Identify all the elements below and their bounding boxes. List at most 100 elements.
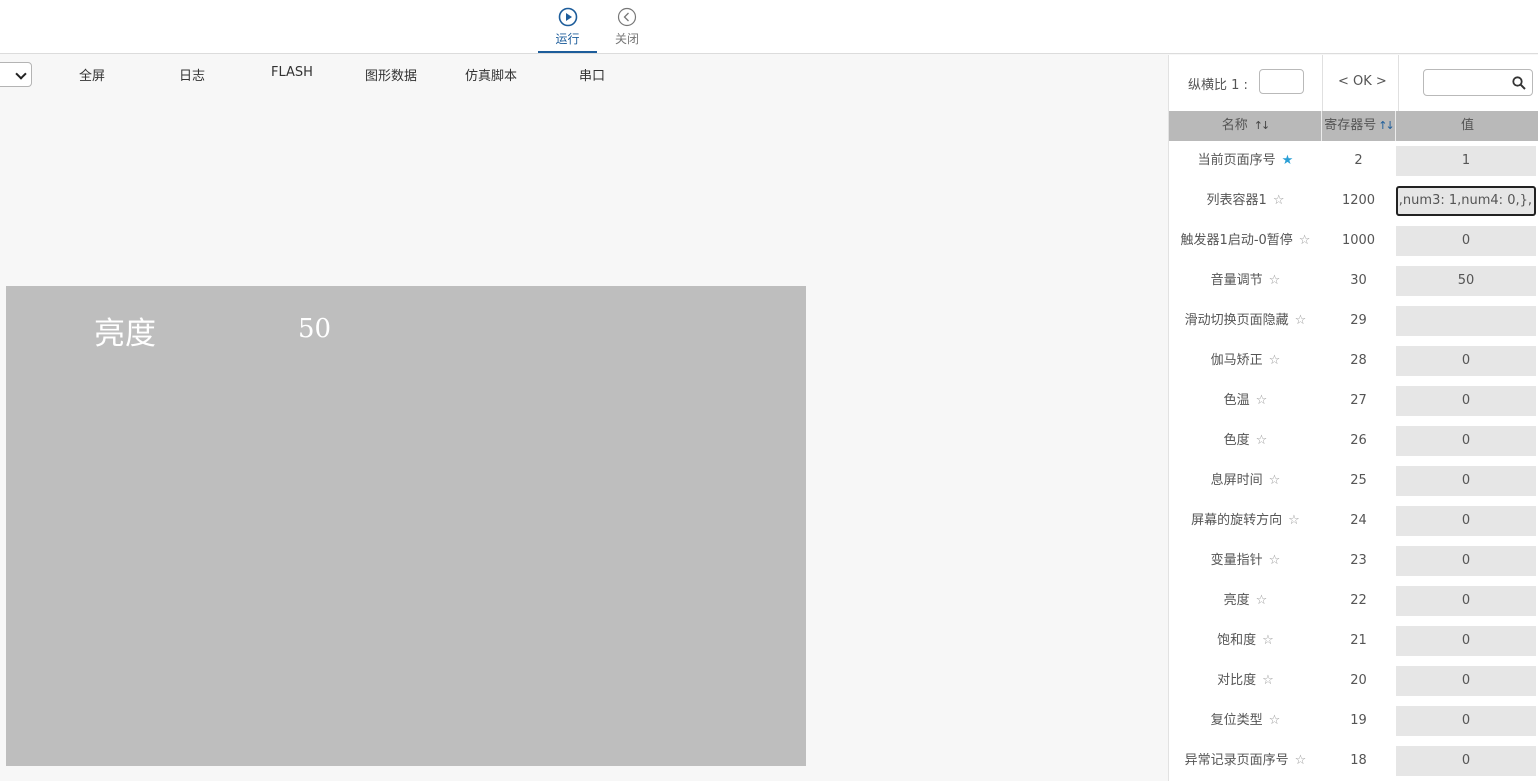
close-button[interactable]: 关闭 [598, 5, 656, 53]
table-row: 色温 ☆ 27 0 [1169, 381, 1538, 421]
register-number: 21 [1350, 633, 1367, 648]
register-name: 亮度 ☆ [1169, 581, 1322, 621]
register-name: 息屏时间 ☆ [1169, 461, 1322, 501]
star-icon[interactable]: ☆ [1256, 581, 1268, 621]
aspect-ratio-label: 纵横比 1 : [1188, 78, 1248, 93]
table-row: 色度 ☆ 26 0 [1169, 421, 1538, 461]
register-value-field[interactable]: 0 [1396, 506, 1536, 536]
register-name-label: 异常记录页面序号 [1184, 753, 1289, 768]
sort-icon[interactable]: ↑↓ [1254, 111, 1271, 141]
register-name: 列表容器1 ☆ [1169, 181, 1322, 221]
register-number: 1000 [1341, 233, 1376, 248]
table-row: 触发器1启动-0暂停 ☆ 1000 0 [1169, 221, 1538, 261]
table-row: 列表容器1 ☆ 1200 {num1: 0,num2: 50,num3: 1,num4… [1169, 181, 1538, 221]
register-name-label: 息屏时间 [1210, 473, 1263, 488]
register-name-label: 色温 [1223, 393, 1250, 408]
table-row: 音量调节 ☆ 30 50 [1169, 261, 1538, 301]
sort-icon[interactable]: ↑↓ [1378, 111, 1395, 141]
register-number: 22 [1350, 593, 1367, 608]
register-number: 18 [1350, 753, 1367, 768]
register-value-field[interactable]: {num1: 0,num2: 50,num3: 1,num4: 0,}, [1396, 186, 1536, 216]
table-row: 变量指针 ☆ 23 0 [1169, 541, 1538, 581]
register-name: 滑动切换页面隐藏 ☆ [1169, 301, 1322, 341]
star-icon[interactable]: ★ [1282, 141, 1294, 181]
star-icon[interactable]: ☆ [1262, 661, 1274, 701]
register-value-field[interactable]: 0 [1396, 666, 1536, 696]
header-register[interactable]: 寄存器号 ↑↓ [1322, 111, 1396, 141]
register-name-label: 音量调节 [1210, 273, 1263, 288]
register-number: 1200 [1341, 193, 1376, 208]
register-number: 25 [1350, 473, 1367, 488]
header-name-label: 名称 [1221, 118, 1248, 133]
register-value-field[interactable]: 50 [1396, 266, 1536, 296]
star-icon[interactable]: ☆ [1269, 461, 1281, 501]
star-icon[interactable]: ☆ [1295, 741, 1307, 781]
run-button[interactable]: 运行 [538, 5, 597, 53]
menu-fullscreen[interactable]: 全屏 [79, 65, 105, 84]
register-name-label: 色度 [1223, 433, 1250, 448]
menu-sim-script[interactable]: 仿真脚本 [465, 65, 517, 84]
menu-flash[interactable]: FLASH [271, 65, 313, 80]
register-name-label: 复位类型 [1210, 713, 1263, 728]
register-value-field[interactable]: 0 [1396, 426, 1536, 456]
table-row: 滑动切换页面隐藏 ☆ 29 [1169, 301, 1538, 341]
menu-serial-port[interactable]: 串口 [579, 65, 605, 84]
star-icon[interactable]: ☆ [1262, 621, 1274, 661]
register-number: 2 [1354, 153, 1363, 168]
star-icon[interactable]: ☆ [1299, 221, 1311, 261]
star-icon[interactable]: ☆ [1288, 501, 1300, 541]
star-icon[interactable]: ☆ [1269, 541, 1281, 581]
register-name-label: 触发器1启动-0暂停 [1180, 233, 1293, 248]
star-icon[interactable]: ☆ [1256, 421, 1268, 461]
register-value-field[interactable]: 0 [1396, 626, 1536, 656]
header-value-label: 值 [1460, 118, 1474, 133]
star-icon[interactable]: ☆ [1273, 181, 1285, 221]
divider [1322, 55, 1323, 111]
star-icon[interactable]: ☆ [1269, 261, 1281, 301]
ok-button[interactable]: < OK > [1338, 74, 1387, 89]
register-number: 26 [1350, 433, 1367, 448]
register-number: 29 [1350, 313, 1367, 328]
menu-log[interactable]: 日志 [179, 65, 205, 84]
register-name: 伽马矫正 ☆ [1169, 341, 1322, 381]
star-icon[interactable]: ☆ [1256, 381, 1268, 421]
register-value-field[interactable]: 0 [1396, 226, 1536, 256]
register-name-label: 屏幕的旋转方向 [1191, 513, 1283, 528]
header-name[interactable]: 名称 ↑↓ [1169, 111, 1322, 141]
register-name-label: 伽马矫正 [1210, 353, 1263, 368]
table-row: 对比度 ☆ 20 0 [1169, 661, 1538, 701]
preview-canvas[interactable]: 亮度 50 [6, 286, 806, 766]
star-icon[interactable]: ☆ [1269, 701, 1281, 741]
close-label: 关闭 [614, 32, 639, 46]
register-value-field[interactable]: 0 [1396, 346, 1536, 376]
header-register-label: 寄存器号 [1324, 118, 1377, 133]
brightness-value: 50 [298, 314, 332, 344]
register-value-field[interactable]: 0 [1396, 706, 1536, 736]
table-row: 伽马矫正 ☆ 28 0 [1169, 341, 1538, 381]
register-value-field[interactable] [1396, 306, 1536, 336]
register-value-field[interactable]: 0 [1396, 466, 1536, 496]
register-number: 23 [1350, 553, 1367, 568]
register-name: 色温 ☆ [1169, 381, 1322, 421]
register-name: 复位类型 ☆ [1169, 701, 1322, 741]
register-value-field[interactable]: 0 [1396, 386, 1536, 416]
chevron-down-icon [15, 68, 27, 80]
register-number: 30 [1350, 273, 1367, 288]
register-value-field[interactable]: 1 [1396, 146, 1536, 176]
star-icon[interactable]: ☆ [1269, 341, 1281, 381]
register-value-field[interactable]: 0 [1396, 586, 1536, 616]
search-input[interactable] [1423, 69, 1533, 96]
aspect-ratio-input[interactable] [1259, 69, 1304, 94]
register-list: 当前页面序号★21列表容器1☆1200{num1: 0,num2: 50,num… [1169, 141, 1538, 781]
table-row: 复位类型 ☆ 19 0 [1169, 701, 1538, 741]
register-name: 音量调节 ☆ [1169, 261, 1322, 301]
star-icon[interactable]: ☆ [1295, 301, 1307, 341]
table-header: 名称 ↑↓ 寄存器号 ↑↓ 值 [1169, 111, 1538, 141]
menu-graphic-data[interactable]: 图形数据 [365, 65, 417, 84]
table-row: 当前页面序号 ★ 2 1 [1169, 141, 1538, 181]
register-value-field[interactable]: 0 [1396, 746, 1536, 776]
search-icon[interactable] [1512, 76, 1526, 90]
device-select[interactable] [0, 62, 32, 87]
register-value-field[interactable]: 0 [1396, 546, 1536, 576]
register-number: 28 [1350, 353, 1367, 368]
